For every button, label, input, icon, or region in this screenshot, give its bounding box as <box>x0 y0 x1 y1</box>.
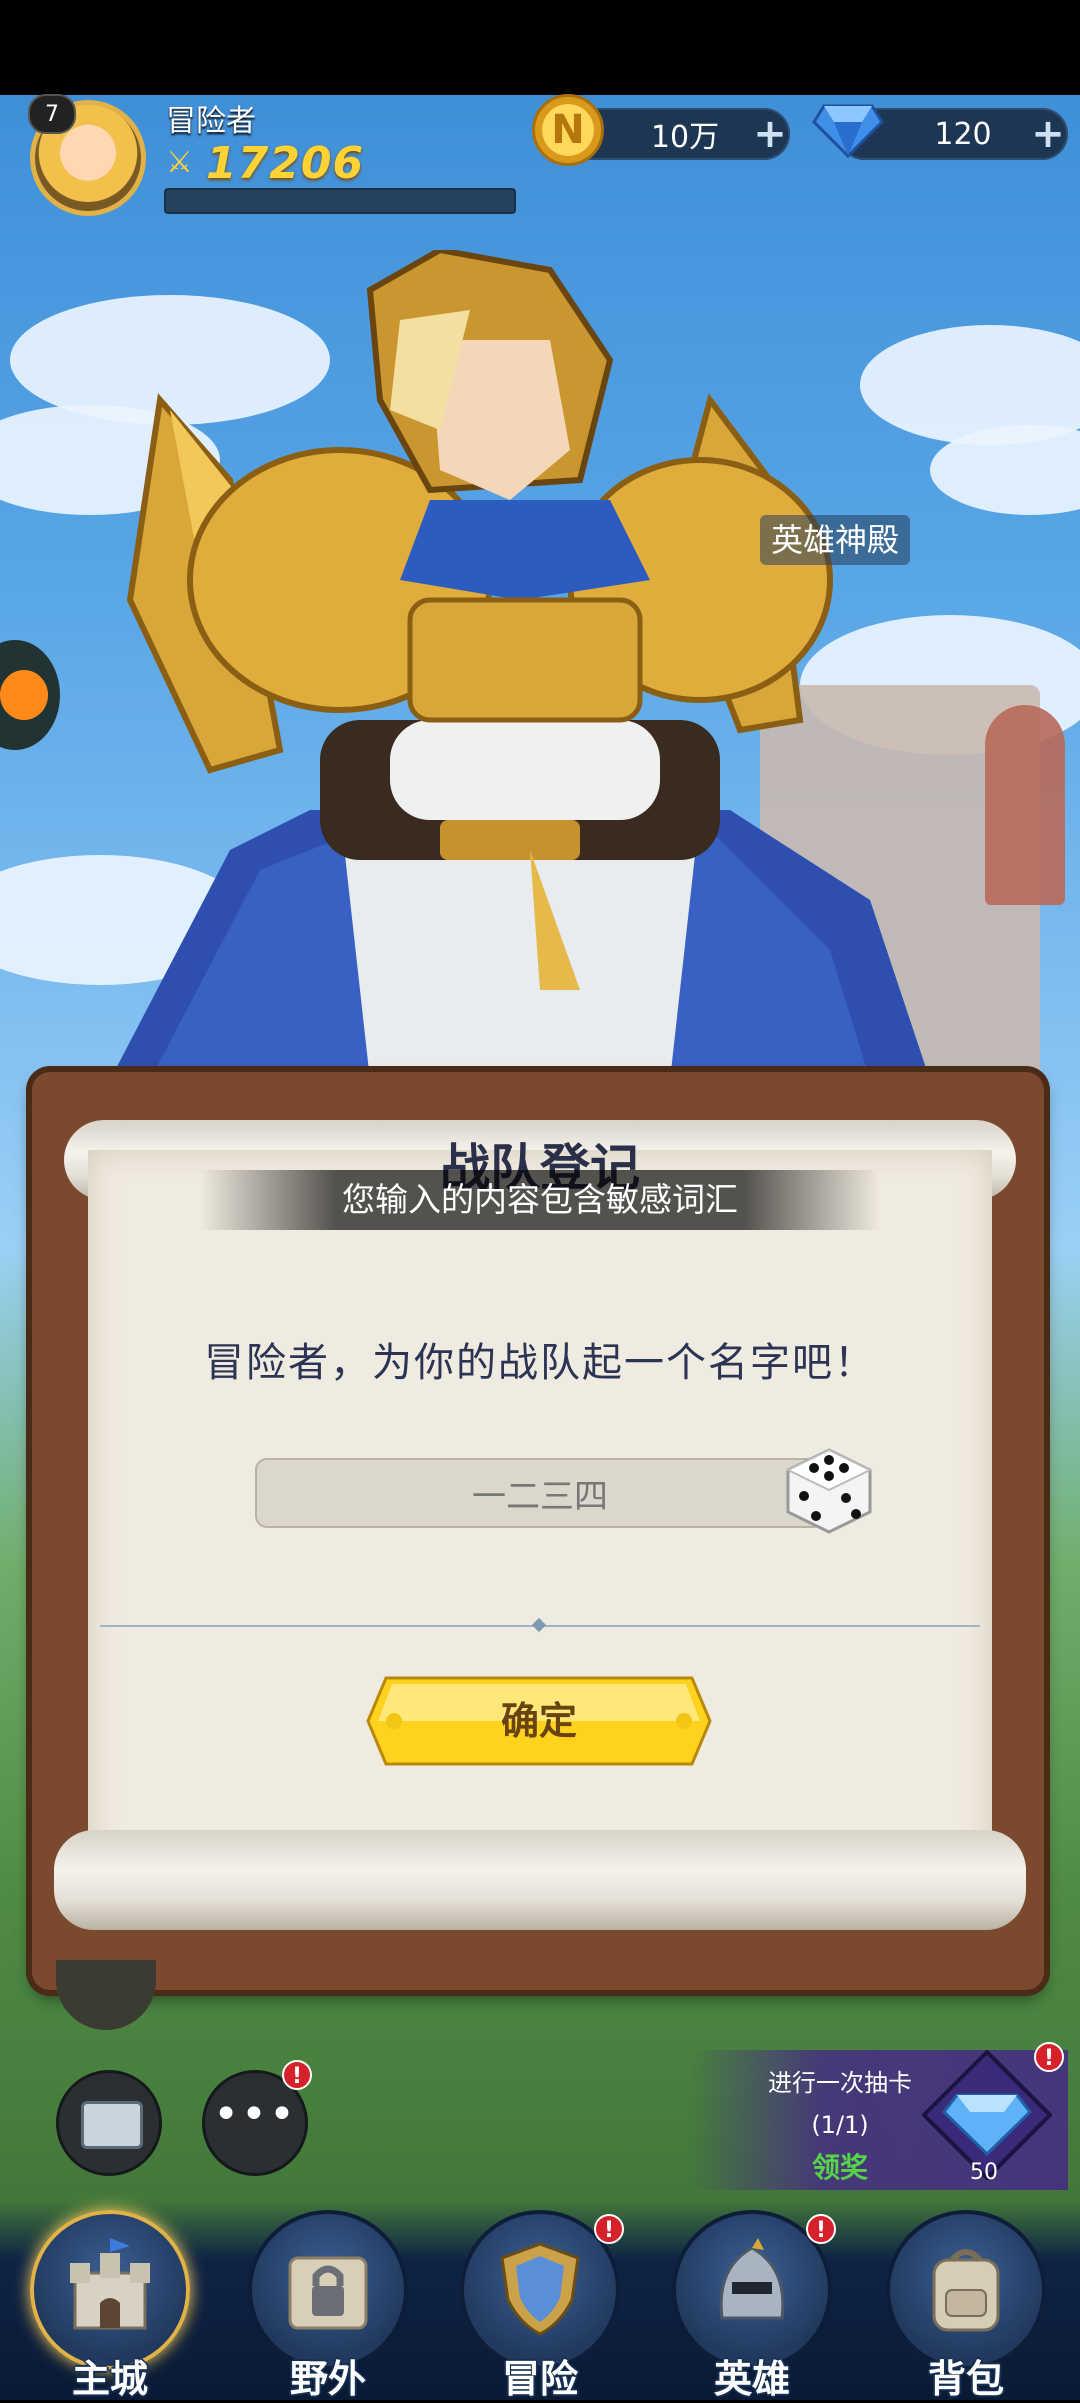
scroll-bottom-roll <box>54 1830 1026 1930</box>
hero-character-art <box>110 250 930 1080</box>
exp-bar <box>164 188 516 214</box>
nav-hero-badge: ! <box>806 2214 836 2244</box>
coin-amount: 10万 <box>650 120 720 155</box>
nav-hero[interactable]: 英雄 ! <box>662 2210 842 2401</box>
backpack-icon <box>932 2249 1000 2332</box>
helmet-icon <box>719 2238 785 2320</box>
add-coins-button[interactable]: + <box>750 111 790 157</box>
nav-backpack-label: 背包 <box>927 2357 1004 2401</box>
more-notification-badge: ! <box>282 2060 312 2090</box>
draw-claim-button[interactable]: 领奖 <box>730 2146 950 2186</box>
team-name-prompt: 冒险者，为你的战队起一个名字吧！ <box>204 1340 876 1386</box>
team-name-input[interactable] <box>255 1458 825 1528</box>
nav-backpack[interactable]: 背包 <box>876 2210 1056 2401</box>
power-value: 17206 <box>206 138 365 189</box>
coin-icon: N <box>532 94 604 166</box>
hero-temple-label[interactable]: 英雄神殿 <box>760 515 910 565</box>
draw-task-progress: (1/1) <box>811 2111 869 2139</box>
locked-map-icon <box>288 2256 368 2330</box>
draw-notification-badge: ! <box>1034 2042 1064 2072</box>
nav-main-city[interactable]: 主城 <box>20 2210 200 2401</box>
nav-wild[interactable]: 野外 <box>238 2210 418 2401</box>
nav-adventure-badge: ! <box>594 2214 624 2244</box>
chest-button[interactable] <box>56 2070 162 2176</box>
nav-adventure[interactable]: 冒险 ! <box>450 2210 630 2401</box>
random-name-dice-icon[interactable] <box>784 1446 874 1536</box>
player-name: 冒险者 <box>166 104 256 139</box>
nav-main-city-label: 主城 <box>71 2357 148 2401</box>
confirm-button[interactable]: 确定 <box>366 1676 712 1766</box>
add-gems-button[interactable]: + <box>1028 111 1068 157</box>
nav-adventure-label: 冒险 <box>501 2357 578 2401</box>
sensitive-word-toast: 您输入的内容包含敏感词汇 <box>200 1170 880 1230</box>
draw-gem-count: 50 <box>970 2160 998 2185</box>
nav-hero-label: 英雄 <box>713 2357 790 2401</box>
draw-task-text: 进行一次抽卡 (1/1) <box>730 2062 950 2146</box>
gem-amount: 120 <box>934 116 992 152</box>
power-icon: ⚔ <box>166 145 193 180</box>
player-level-badge: 7 <box>28 94 76 134</box>
draw-task-title: 进行一次抽卡 <box>768 2069 912 2097</box>
castle-icon <box>70 2238 150 2330</box>
shield-icon <box>500 2242 580 2336</box>
nav-wild-label: 野外 <box>289 2357 366 2401</box>
gem-icon <box>812 104 884 159</box>
